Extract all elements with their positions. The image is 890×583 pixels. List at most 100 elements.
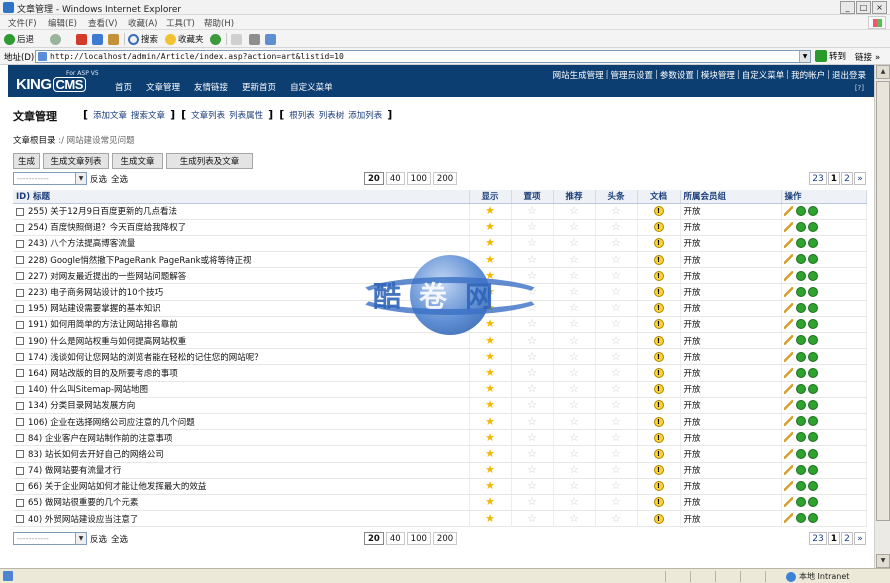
pin-star-icon[interactable]: ☆ [527, 254, 537, 265]
move-green-icon[interactable] [795, 238, 806, 249]
display-star-icon[interactable]: ★ [485, 205, 495, 216]
article-title-link[interactable]: 网站改版的目的及所要考虑的事项 [50, 369, 178, 379]
move-green-icon[interactable] [795, 319, 806, 330]
delete-green-icon[interactable] [807, 335, 818, 346]
pin-star-icon[interactable]: ☆ [527, 335, 537, 346]
page-1[interactable]: 1 [827, 172, 840, 185]
vertical-scrollbar[interactable]: ▲ ▼ [874, 65, 890, 568]
favorites-button[interactable]: 收藏夹 [165, 32, 204, 46]
menu-help[interactable]: 帮助(H) [204, 17, 234, 29]
page-size-40[interactable]: 40 [385, 172, 405, 185]
edit-pencil-icon[interactable] [783, 254, 793, 265]
delete-green-icon[interactable] [807, 222, 818, 233]
headline-star-icon[interactable]: ☆ [611, 367, 621, 378]
pin-star-icon[interactable]: ☆ [527, 205, 537, 216]
delete-green-icon[interactable] [807, 238, 818, 249]
delete-green-icon[interactable] [807, 513, 818, 524]
refresh-button[interactable] [92, 32, 103, 46]
row-checkbox[interactable] [16, 418, 24, 427]
article-title-link[interactable]: 外贸网站建设应当注意了 [45, 515, 139, 525]
edit-pencil-icon[interactable] [783, 432, 793, 443]
forward-button[interactable] [50, 32, 61, 46]
mail-button[interactable] [231, 32, 242, 46]
history-button[interactable] [210, 32, 221, 46]
recommend-star-icon[interactable]: ☆ [569, 286, 579, 297]
pin-star-icon[interactable]: ☆ [527, 513, 537, 524]
recommend-star-icon[interactable]: ☆ [569, 513, 579, 524]
article-title-link[interactable]: 浅谈如何让您网站的浏览者能在轻松的记住您的网站呢？ [50, 353, 263, 363]
row-checkbox[interactable] [16, 482, 24, 491]
edit-pencil-icon[interactable] [783, 497, 793, 508]
go-button[interactable]: 转到 [815, 50, 846, 62]
move-green-icon[interactable] [795, 383, 806, 394]
batch-action-select-bottom[interactable]: ----------- ▼ [13, 532, 87, 545]
document-warning-icon[interactable]: ! [653, 351, 664, 362]
document-warning-icon[interactable]: ! [653, 497, 664, 508]
headline-star-icon[interactable]: ☆ [611, 480, 621, 491]
nav-home[interactable]: 首页 [115, 81, 132, 93]
delete-green-icon[interactable] [807, 367, 818, 378]
edit-pencil-icon[interactable] [783, 286, 793, 297]
print-button[interactable] [249, 32, 260, 46]
menu-view[interactable]: 查看(V) [88, 17, 117, 29]
pin-star-icon[interactable]: ☆ [527, 448, 537, 459]
delete-green-icon[interactable] [807, 383, 818, 394]
links-button[interactable]: 链接» [855, 51, 880, 63]
delete-green-icon[interactable] [807, 448, 818, 459]
select-all-link[interactable]: 全选 [111, 533, 128, 545]
article-title-link[interactable]: 分类目录网站发展方向 [50, 401, 135, 411]
recommend-star-icon[interactable]: ☆ [569, 432, 579, 443]
headline-star-icon[interactable]: ☆ [611, 448, 621, 459]
document-warning-icon[interactable]: ! [653, 400, 664, 411]
recommend-star-icon[interactable]: ☆ [569, 318, 579, 329]
display-star-icon[interactable]: ★ [485, 351, 495, 362]
recommend-star-icon[interactable]: ☆ [569, 416, 579, 427]
pin-star-icon[interactable]: ☆ [527, 302, 537, 313]
top-link-admins[interactable]: 管理员设置 [611, 69, 654, 81]
edit-pencil-icon[interactable] [783, 367, 793, 378]
invert-selection-link[interactable]: 反选 [90, 173, 107, 185]
top-link-logout[interactable]: 退出登录 [832, 69, 866, 81]
article-title-link[interactable]: 什么是网站权重与如何提高网站权重 [50, 337, 186, 347]
help-link[interactable]: [?] [855, 84, 864, 92]
top-link-params[interactable]: 参数设置 [660, 69, 694, 81]
row-checkbox[interactable] [16, 401, 24, 410]
row-checkbox[interactable] [16, 466, 24, 475]
recommend-star-icon[interactable]: ☆ [569, 367, 579, 378]
article-title-link[interactable]: 百度快照倒退？今天百度给我降权了 [50, 223, 186, 233]
row-checkbox[interactable] [16, 450, 24, 459]
recommend-star-icon[interactable]: ☆ [569, 205, 579, 216]
col-id-title[interactable]: ID) 标题 [13, 190, 470, 204]
display-star-icon[interactable]: ★ [485, 416, 495, 427]
article-title-link[interactable]: 什么叫Sitemap-网站地图 [50, 385, 148, 395]
link-list-props[interactable]: 列表属性 [229, 109, 263, 121]
headline-star-icon[interactable]: ☆ [611, 383, 621, 394]
pin-star-icon[interactable]: ☆ [527, 367, 537, 378]
display-star-icon[interactable]: ★ [485, 318, 495, 329]
menu-edit[interactable]: 编辑(E) [48, 17, 77, 29]
delete-green-icon[interactable] [807, 286, 818, 297]
nav-friend-links[interactable]: 友情链接 [194, 81, 228, 93]
page-size-40[interactable]: 40 [385, 532, 405, 545]
pin-star-icon[interactable]: ☆ [527, 383, 537, 394]
row-checkbox[interactable] [16, 434, 24, 443]
display-star-icon[interactable]: ★ [485, 367, 495, 378]
move-green-icon[interactable] [795, 254, 806, 265]
recommend-star-icon[interactable]: ☆ [569, 221, 579, 232]
search-button[interactable]: 搜索 [128, 32, 158, 46]
document-warning-icon[interactable]: ! [653, 481, 664, 492]
edit-pencil-icon[interactable] [783, 416, 793, 427]
article-title-link[interactable]: 八个方法提高博客流量 [50, 239, 135, 249]
link-article-list[interactable]: 文章列表 [191, 109, 225, 121]
recommend-star-icon[interactable]: ☆ [569, 302, 579, 313]
document-warning-icon[interactable]: ! [653, 367, 664, 378]
display-star-icon[interactable]: ★ [485, 237, 495, 248]
menu-favorites[interactable]: 收藏(A) [128, 17, 157, 29]
edit-pencil-icon[interactable] [783, 205, 793, 216]
row-checkbox[interactable] [16, 223, 24, 232]
document-warning-icon[interactable]: ! [653, 254, 664, 265]
row-checkbox[interactable] [16, 272, 24, 281]
headline-star-icon[interactable]: ☆ [611, 254, 621, 265]
next-page[interactable]: » [854, 172, 866, 185]
page-1[interactable]: 1 [827, 532, 840, 545]
